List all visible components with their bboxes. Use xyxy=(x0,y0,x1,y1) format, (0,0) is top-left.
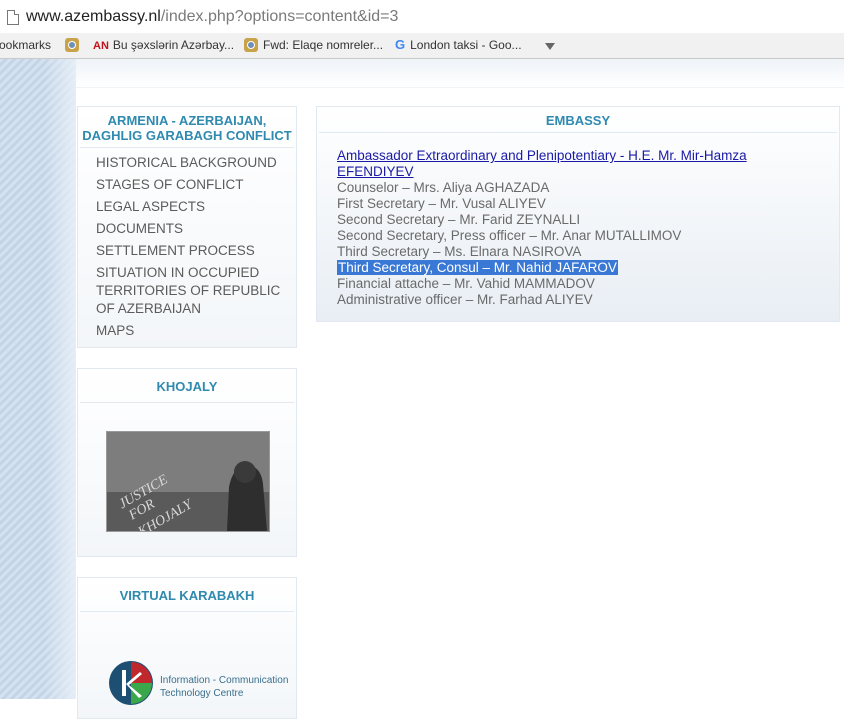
bookmark-label: Bu şəxslərin Azərbay... xyxy=(112,38,235,52)
virtual-karabakh-title: VIRTUAL KARABAKH xyxy=(119,588,255,603)
embassy-title: EMBASSY xyxy=(545,113,611,128)
staff-item: Third Secretary – Ms. Elnara NASIROVA xyxy=(337,244,582,259)
google-icon: G xyxy=(395,37,406,52)
bookmark-label: Fwd: Elaqe nomreler... xyxy=(263,38,384,52)
an-icon: AN xyxy=(93,40,109,52)
menu-item-historical-background[interactable]: HISTORICAL BACKGROUND xyxy=(96,154,286,172)
logo-line-2: Technology Centre xyxy=(160,688,244,699)
url-text[interactable]: www.azembassy.nl/index.php?options=conte… xyxy=(26,8,398,26)
ambassador-link[interactable]: Ambassador Extraordinary and Plenipotent… xyxy=(337,148,817,180)
url-host: www.azembassy.nl xyxy=(26,8,161,25)
bookmarks-label[interactable]: ookmarks xyxy=(0,37,51,53)
staff-item: Second Secretary, Press officer – Mr. An… xyxy=(337,228,682,243)
bookmarks-bar: ookmarks AN Bu şəxslərin Azərbay... Fwd: … xyxy=(0,33,844,59)
logo-line-1: Information - Communication xyxy=(160,675,289,686)
staff-item: First Secretary – Mr. Vusal ALIYEV xyxy=(337,196,546,211)
bookmark-label: London taksi - Goo... xyxy=(410,38,522,52)
conflict-menu: HISTORICAL BACKGROUND STAGES OF CONFLICT… xyxy=(96,154,286,344)
ict-centre-logo-text: Information - Communication Technology C… xyxy=(160,674,288,700)
staff-item: Second Secretary – Mr. Farid ZEYNALLI xyxy=(337,212,581,227)
top-band xyxy=(76,59,844,88)
staff-item-selected[interactable]: Third Secretary, Consul – Mr. Nahid JAFA… xyxy=(337,260,817,276)
bookmark-london-taksi[interactable]: G London taksi - Goo... xyxy=(395,37,522,53)
menu-item-settlement-process[interactable]: SETTLEMENT PROCESS xyxy=(96,242,286,260)
staff-item: Administrative officer – Mr. Farhad ALIY… xyxy=(337,292,593,307)
embassy-content-box: EMBASSY Ambassador Extraordinary and Ple… xyxy=(316,106,840,322)
ring-icon xyxy=(65,38,79,52)
menu-item-legal-aspects[interactable]: LEGAL ASPECTS xyxy=(96,198,286,216)
virtual-karabakh-block: VIRTUAL KARABAKH Information - Communica… xyxy=(77,577,297,719)
menu-item-stages-of-conflict[interactable]: STAGES OF CONFLICT xyxy=(96,176,286,194)
staff-item: Counselor – Mrs. Aliya AGHAZADA xyxy=(337,180,550,195)
ring-icon xyxy=(244,38,258,52)
khojaly-block-title: KHOJALY xyxy=(156,379,218,394)
bookmark-fwd-elaqe[interactable]: Fwd: Elaqe nomreler... xyxy=(244,37,383,53)
bookmark-bu-sexslerin[interactable]: AN Bu şəxslərin Azərbay... xyxy=(93,37,234,53)
bookmark-download[interactable] xyxy=(545,37,555,53)
address-bar[interactable]: www.azembassy.nl/index.php?options=conte… xyxy=(0,0,844,34)
left-decorative-strip xyxy=(0,59,76,699)
page-icon xyxy=(7,10,19,25)
staff-item: Financial attache – Mr. Vahid MAMMADOV xyxy=(337,276,595,291)
ict-centre-logo-icon[interactable] xyxy=(108,660,154,706)
khojaly-block: KHOJALY JUSTICE FOR KHOJALY xyxy=(77,368,297,557)
menu-item-documents[interactable]: DOCUMENTS xyxy=(96,220,286,238)
conflict-block-title: ARMENIA - AZERBAIJAN, DAGHLIG GARABAGH C… xyxy=(82,113,292,143)
menu-item-occupied-territories[interactable]: SITUATION IN OCCUPIED TERRITORIES OF REP… xyxy=(96,264,286,318)
selected-text[interactable]: Third Secretary, Consul – Mr. Nahid JAFA… xyxy=(337,260,618,275)
menu-item-maps[interactable]: MAPS xyxy=(96,322,286,340)
staff-list: Ambassador Extraordinary and Plenipotent… xyxy=(337,148,817,308)
download-icon xyxy=(545,43,555,50)
conflict-block: ARMENIA - AZERBAIJAN, DAGHLIG GARABAGH C… xyxy=(77,106,297,348)
justice-for-khojaly-image[interactable]: JUSTICE FOR KHOJALY xyxy=(106,431,270,532)
url-path: /index.php?options=content&id=3 xyxy=(160,8,399,25)
bookmark-ring[interactable] xyxy=(65,37,84,53)
